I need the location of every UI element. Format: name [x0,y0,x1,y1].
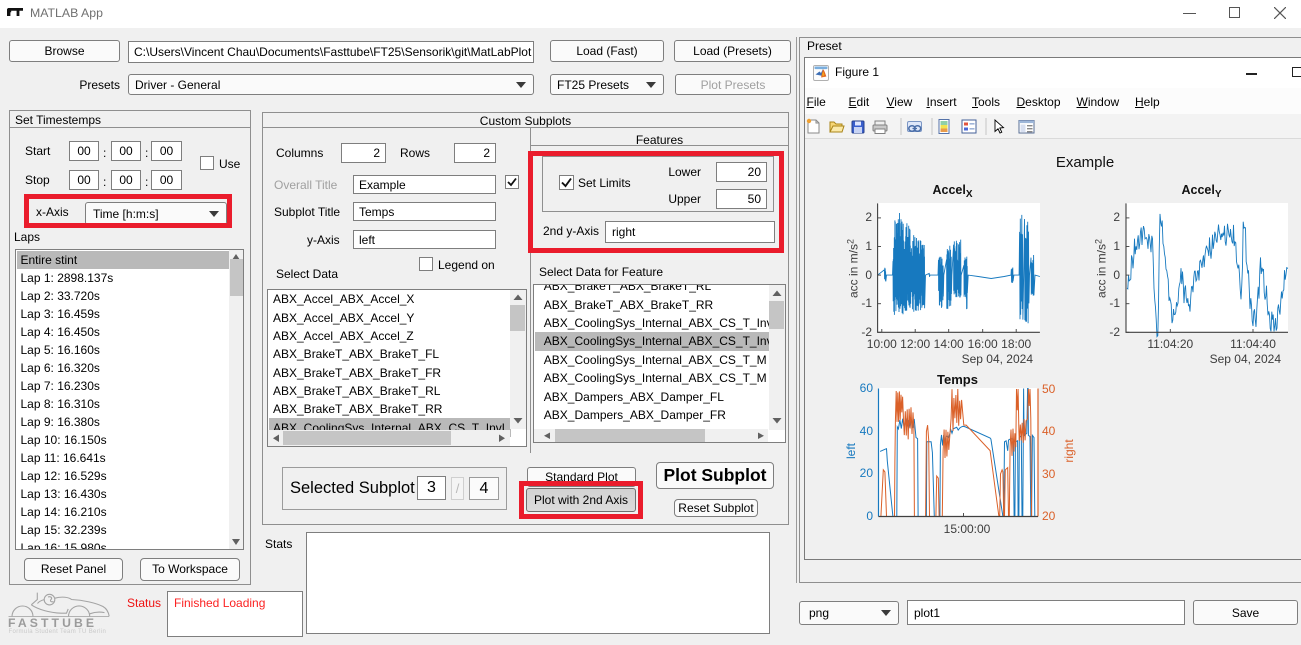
svg-text:Formula Student Team TU Berlin: Formula Student Team TU Berlin [9,629,107,635]
svg-text:FASTTUBE: FASTTUBE [8,616,97,630]
